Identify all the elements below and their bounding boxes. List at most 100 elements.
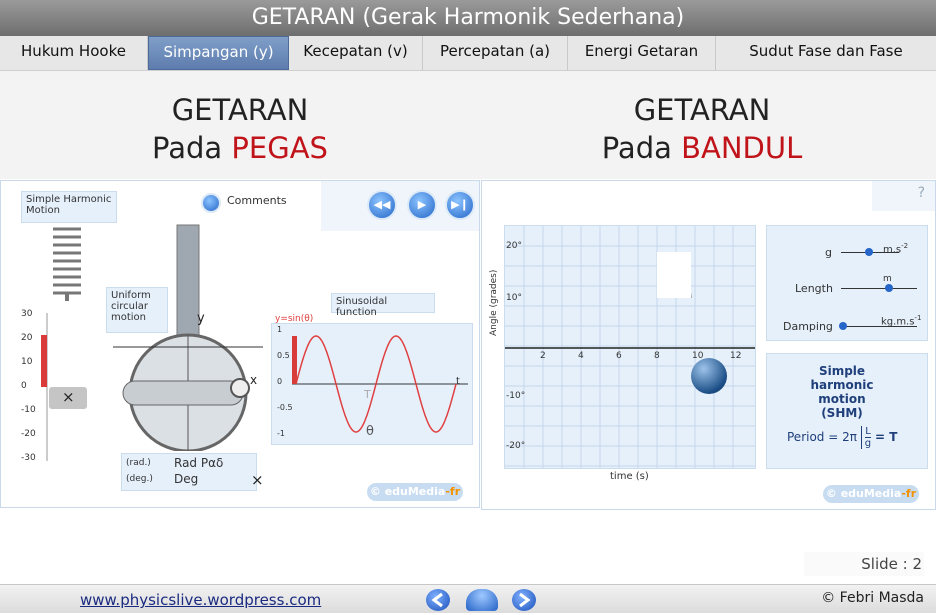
help-icon[interactable]: ?	[918, 185, 925, 201]
damping-unit-exp: -1	[914, 314, 922, 322]
period-denominator: g	[864, 438, 872, 449]
axis-y-label: y	[197, 311, 205, 326]
pendulum-bob[interactable]	[691, 358, 727, 394]
time-tick: 12	[730, 351, 742, 361]
ruler-tick: 0	[21, 381, 27, 391]
sine-graph: y=sin(θ) T θ t	[271, 314, 473, 445]
unit-selector[interactable]: (rad.) (deg.) Rad Pαδ Deg	[121, 453, 257, 491]
shm-formula-box: Simple harmonic motion (SHM) Period = 2π…	[766, 353, 928, 469]
g-unit-exp: -2	[901, 242, 909, 250]
sine-tick: -0.5	[277, 403, 293, 412]
home-icon[interactable]	[466, 589, 498, 611]
spring-simulation[interactable]: Comments ◀◀ ▶ ▶❙ Simple Harmonic Motion …	[0, 180, 480, 508]
sinusoidal-label: Sinusoidal function	[331, 293, 435, 318]
period-pre: Period = 2π	[787, 430, 857, 444]
spring-mass[interactable]: ×	[49, 387, 87, 409]
period-fraction: Lg	[860, 426, 872, 449]
damping-slider-handle[interactable]	[839, 322, 847, 330]
g-unit-text: m.s	[883, 244, 902, 256]
tab-simpangan[interactable]: Simpangan (y)	[148, 36, 289, 70]
footer: www.physicslive.wordpress.com © Febri Ma…	[0, 584, 936, 613]
period-post: = T	[874, 430, 898, 444]
period-marker: T	[364, 388, 371, 401]
angle-tick: 20°	[506, 241, 522, 251]
heading-pegas-line2: Pada PEGAS	[80, 129, 400, 167]
time-tick: 2	[540, 351, 546, 361]
sine-tick: 1	[277, 325, 283, 334]
ruler-tick: -30	[21, 453, 36, 463]
tab-kecepatan[interactable]: Kecepatan (v)	[289, 36, 423, 70]
period-formula: Period = 2π Lg = T	[787, 426, 897, 449]
heading-pegas-line1: GETARAN	[171, 93, 309, 127]
heading-area: GETARAN Pada PEGAS GETARAN Pada BANDUL	[0, 71, 936, 179]
ruler-tick: 30	[21, 309, 33, 319]
time-tick: 8	[654, 351, 660, 361]
length-label: Length	[795, 282, 833, 295]
heading-pegas-pre: Pada	[152, 131, 232, 165]
play-button[interactable]: ▶	[407, 190, 437, 220]
sine-tick: 0.5	[277, 351, 290, 360]
heading-bandul-line2: Pada BANDUL	[542, 129, 862, 167]
damping-unit-text: kg.m.s	[881, 316, 915, 328]
g-unit: m.s-2	[883, 242, 908, 255]
tab-energi-getaran[interactable]: Energi Getaran	[568, 36, 716, 70]
damping-label: Damping	[783, 320, 833, 333]
ruler-tick: -10	[21, 405, 36, 415]
damping-unit: kg.m.s-1	[881, 314, 921, 327]
heading-pegas: GETARAN Pada PEGAS	[80, 91, 400, 167]
sine-amplitude-bar	[292, 336, 297, 384]
angle-grid	[505, 226, 755, 468]
tab-percepatan[interactable]: Percepatan (a)	[423, 36, 568, 70]
axis-t-label: t	[456, 376, 460, 387]
rewind-button[interactable]: ◀◀	[367, 190, 397, 220]
copyright: © Febri Masda	[821, 590, 924, 606]
angle-tick: 10°	[506, 293, 522, 303]
comments-icon[interactable]	[201, 193, 221, 213]
edumedia-fr: -fr	[445, 485, 461, 498]
edumedia-text-right: © eduMedia	[825, 487, 902, 500]
circular-motion-wheel[interactable]	[113, 221, 273, 451]
tab-bar: Hukum Hooke Simpangan (y) Kecepatan (v) …	[0, 36, 936, 71]
slide-number: Slide : 2	[804, 552, 924, 576]
close-icon[interactable]: ×	[251, 471, 264, 489]
length-slider-handle[interactable]	[885, 284, 893, 292]
tab-hukum-hooke[interactable]: Hukum Hooke	[0, 36, 148, 70]
website-link[interactable]: www.physicslive.wordpress.com	[80, 591, 321, 609]
ruler-tick: 10	[21, 357, 33, 367]
g-slider-handle[interactable]	[865, 248, 873, 256]
angle-graph: Angle (grades)	[489, 225, 756, 469]
angle-tick: -10°	[506, 391, 526, 401]
spring-coil	[53, 227, 81, 301]
rad-label: (rad.)	[126, 458, 151, 468]
heading-pegas-red: PEGAS	[231, 131, 328, 165]
comments-label[interactable]: Comments	[227, 194, 287, 207]
y-axis-label: Angle (grades)	[489, 269, 499, 336]
pendulum-simulation[interactable]: ? Angle (grades) 20° 10° -10° -20° 2 4 6 8 10 12 …	[481, 180, 936, 510]
edumedia-fr-right: -fr	[901, 487, 917, 500]
deg-label: (deg.)	[126, 474, 153, 484]
rad-option[interactable]: Rad Pαδ	[174, 456, 223, 470]
axis-x-label: x	[250, 373, 258, 387]
heading-bandul-line1: GETARAN	[633, 93, 771, 127]
shm-title: Simple harmonic motion (SHM)	[810, 364, 874, 420]
graph-window	[657, 252, 691, 298]
heading-bandul-pre: Pada	[601, 131, 682, 165]
arrow-left-icon[interactable]	[426, 589, 450, 611]
edumedia-logo-right: © eduMedia-fr	[823, 485, 919, 503]
edumedia-logo: © eduMedia-fr	[367, 483, 463, 501]
length-slider-track	[841, 288, 917, 289]
arrow-right-icon[interactable]	[512, 589, 536, 611]
pendulum-toolbar	[872, 181, 935, 211]
heading-bandul: GETARAN Pada BANDUL	[542, 91, 862, 167]
heading-bandul-red: BANDUL	[681, 131, 803, 165]
edumedia-text: © eduMedia	[369, 485, 446, 498]
deg-option[interactable]: Deg	[174, 472, 198, 486]
sine-equation: y=sin(θ)	[275, 314, 314, 324]
page-title: GETARAN (Gerak Harmonik Sederhana)	[0, 0, 936, 36]
time-tick: 4	[578, 351, 584, 361]
parameter-controls: g m.s-2 Length m Damping kg.m.s-1	[766, 225, 928, 341]
tab-sudut-fase[interactable]: Sudut Fase dan Fase	[716, 36, 936, 70]
step-button[interactable]: ▶❙	[445, 190, 475, 220]
sine-tick: -1	[277, 429, 285, 438]
sine-tick: 0	[277, 377, 283, 386]
